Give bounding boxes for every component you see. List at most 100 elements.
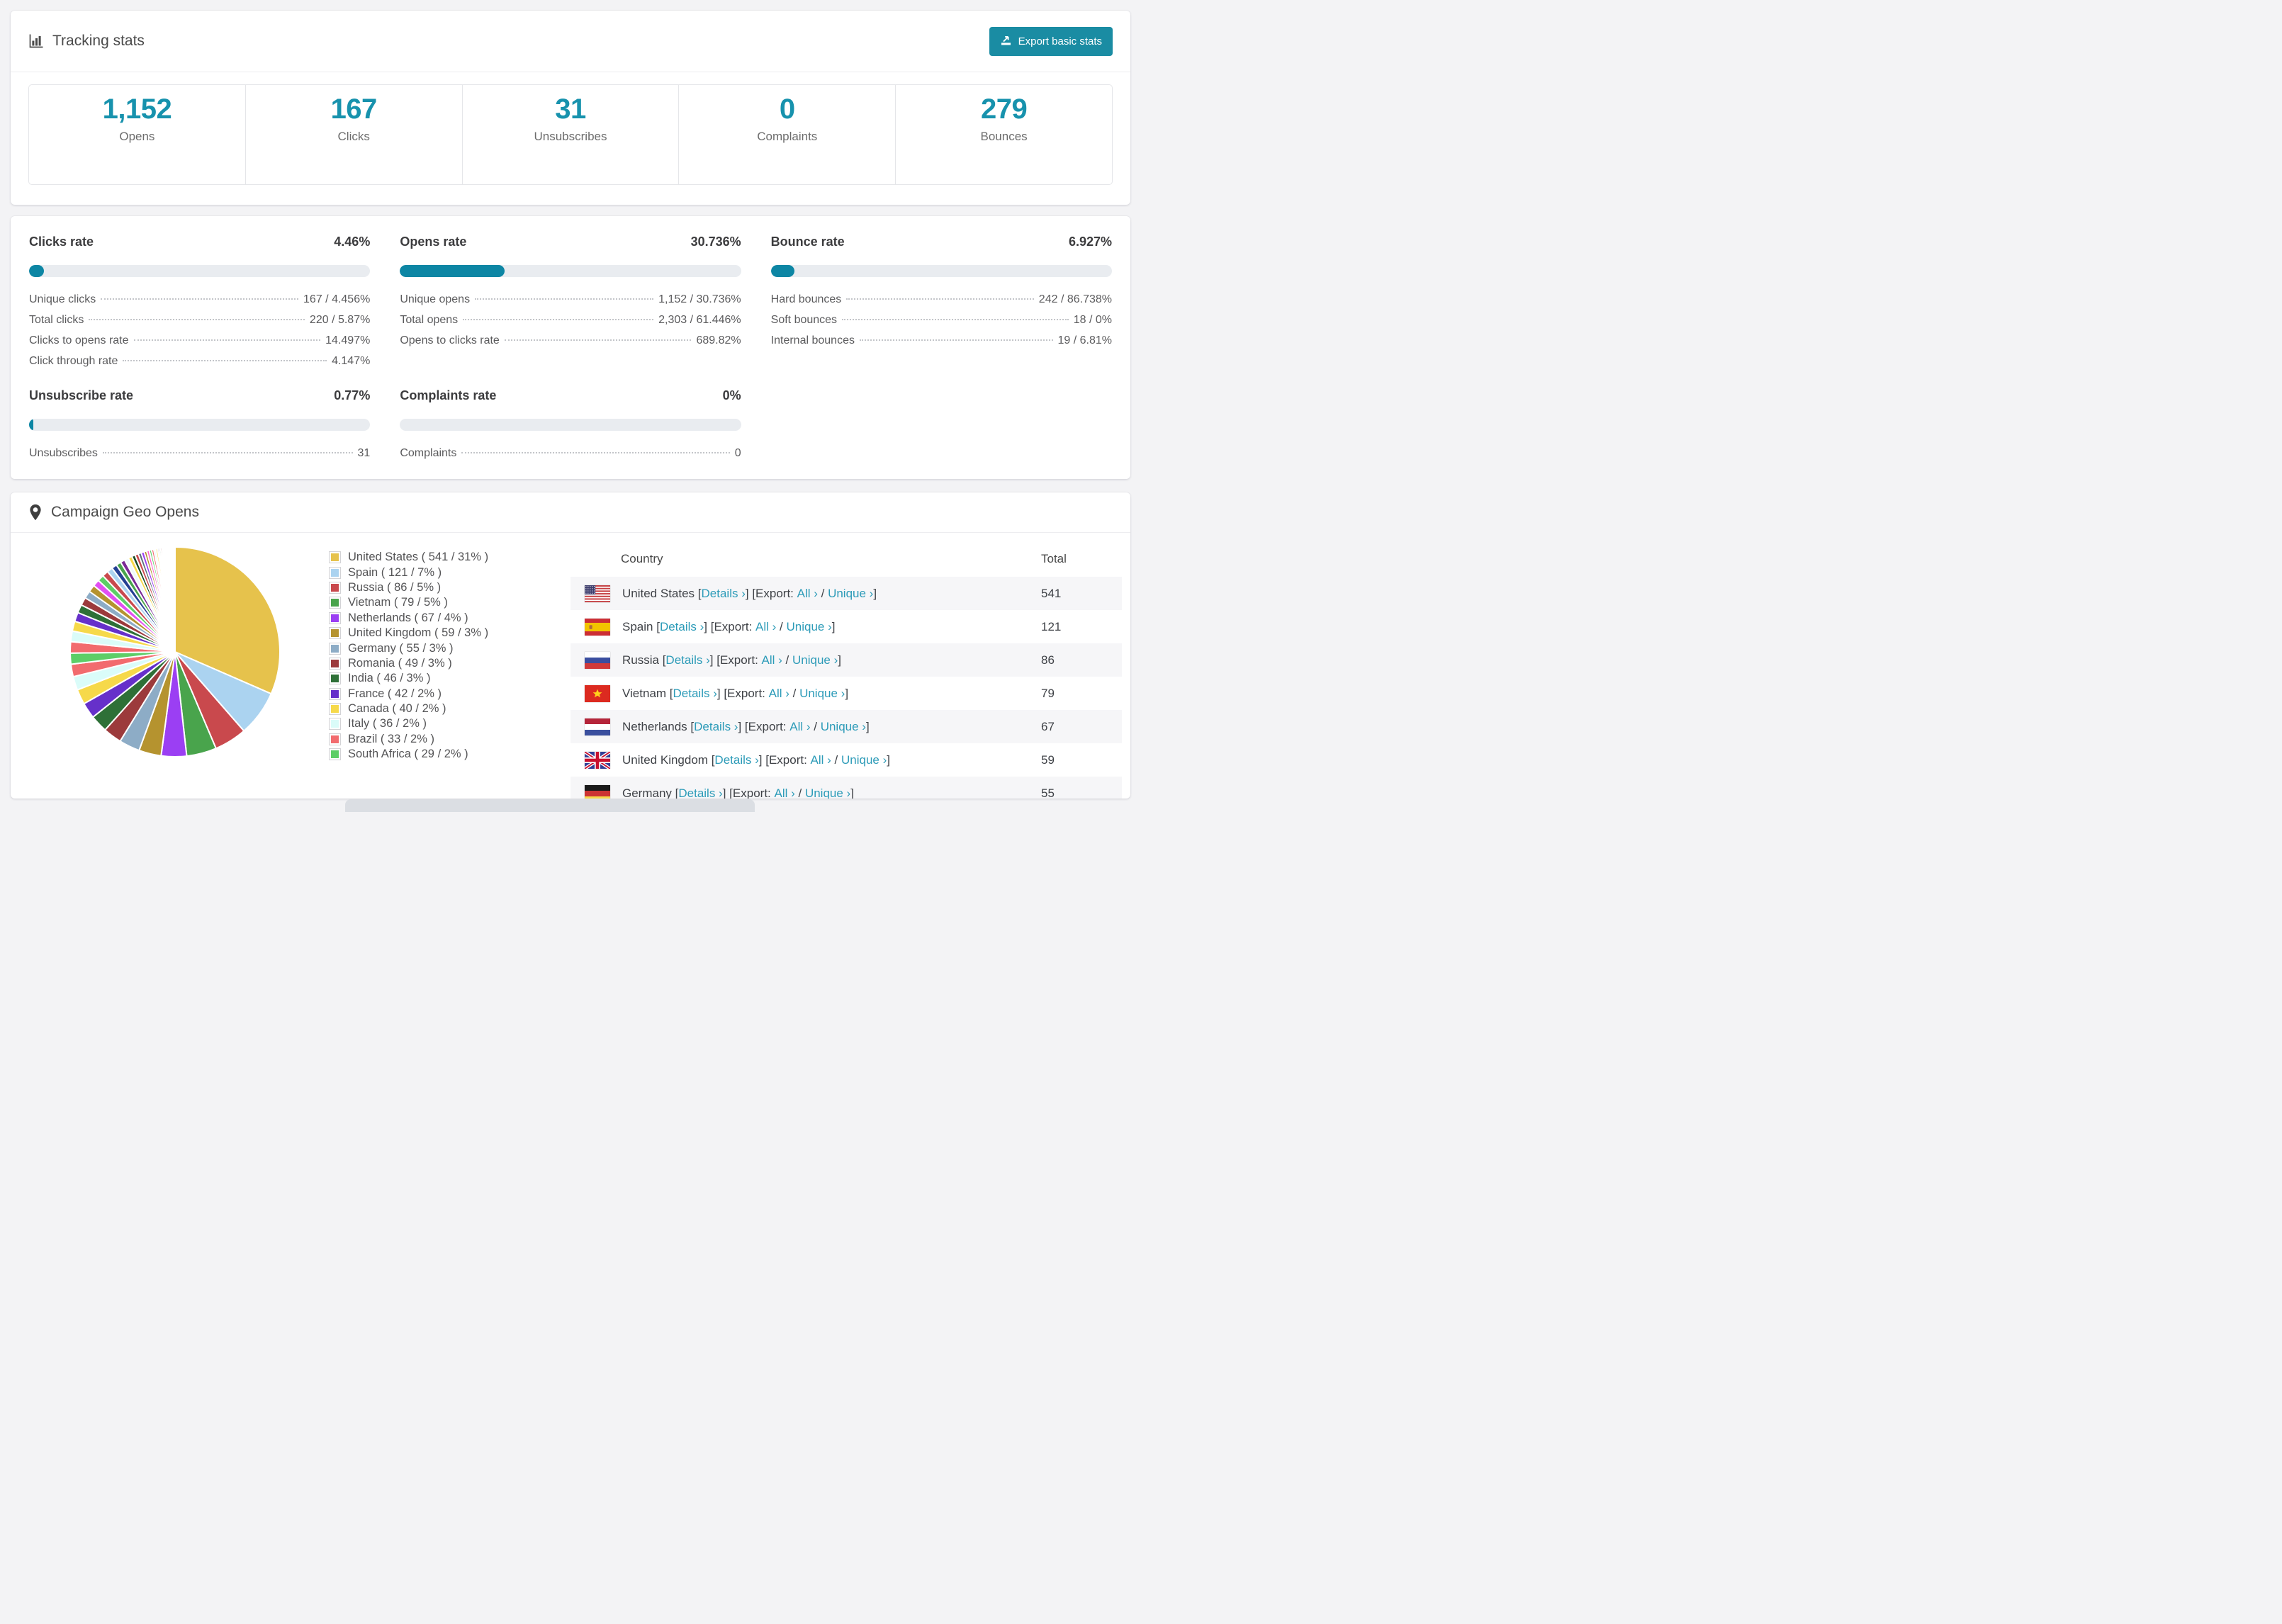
export-unique-link-de[interactable]: Unique › — [805, 786, 850, 799]
legend-swatch — [330, 704, 340, 715]
dotted-leader — [89, 319, 305, 320]
rate-value: 4.46% — [334, 235, 371, 249]
country-row-germany: Germany [Details ›] [Export: All › / Uni… — [570, 777, 1122, 799]
rate-progress-fill — [29, 419, 33, 431]
export-all-link-nl[interactable]: All › — [789, 720, 810, 734]
details-link-ru[interactable]: Details › — [665, 653, 709, 667]
metric-row: Unique opens 1,152 / 30.736% — [400, 287, 741, 308]
metric-row: Opens to clicks rate 689.82% — [400, 328, 741, 349]
dotted-leader — [123, 360, 327, 361]
rate-title: Opens rate — [400, 235, 467, 249]
country-name: Russia — [622, 653, 659, 667]
legend-item-united-kingdom[interactable]: United Kingdom ( 59 / 3% ) — [330, 626, 488, 641]
legend-swatch — [330, 733, 340, 745]
export-unique-link-ru[interactable]: Unique › — [792, 653, 838, 667]
stat-label: Bounces — [980, 130, 1028, 143]
dotted-leader — [463, 319, 654, 320]
country-name: Vietnam — [622, 686, 667, 700]
export-unique-link-vn[interactable]: Unique › — [799, 687, 845, 701]
legend-swatch — [330, 673, 340, 684]
metric-row: Hard bounces 242 / 86.738% — [771, 287, 1112, 308]
legend-label: Spain ( 121 / 7% ) — [348, 565, 442, 579]
export-basic-stats-button[interactable]: Export basic stats — [989, 26, 1113, 56]
export-all-link-us[interactable]: All › — [797, 587, 818, 601]
details-link-es[interactable]: Details › — [660, 620, 704, 634]
legend-item-canada[interactable]: Canada ( 40 / 2% ) — [330, 701, 488, 716]
legend-item-india[interactable]: India ( 46 / 3% ) — [330, 671, 488, 686]
country-row-russia: Russia [Details ›] [Export: All › / Uniq… — [570, 643, 1122, 677]
legend-item-romania[interactable]: Romania ( 49 / 3% ) — [330, 656, 488, 671]
rate-block-bounce-rate: Bounce rate 6.927% Hard bounces 242 / 86.73… — [770, 235, 1112, 369]
legend-swatch — [330, 612, 340, 624]
dotted-leader — [859, 339, 1053, 341]
legend-item-germany[interactable]: Germany ( 55 / 3% ) — [330, 641, 488, 655]
country-row-united-kingdom: United Kingdom [Details ›] [Export: All … — [570, 743, 1122, 777]
rate-title: Bounce rate — [770, 235, 845, 249]
dotted-leader — [846, 298, 1034, 300]
flag-es-icon — [585, 618, 610, 636]
legend-label: Germany ( 55 / 3% ) — [348, 641, 454, 655]
export-unique-link-es[interactable]: Unique › — [787, 620, 832, 634]
stat-value: 31 — [555, 94, 586, 125]
tracking-stats-header: Tracking stats Export basic stats — [11, 11, 1130, 72]
stat-value: 0 — [779, 94, 795, 125]
legend-item-italy[interactable]: Italy ( 36 / 2% ) — [330, 716, 488, 731]
rate-value: 0% — [722, 388, 741, 402]
legend-item-france[interactable]: France ( 42 / 2% ) — [330, 687, 488, 701]
bar-chart-icon — [28, 33, 44, 49]
legend-swatch — [330, 597, 340, 609]
metric-value: 18 / 0% — [1073, 314, 1112, 326]
rate-progress-bar — [29, 265, 371, 277]
metric-value: 4.147% — [332, 355, 371, 367]
export-all-link-de[interactable]: All › — [774, 786, 794, 799]
dotted-leader — [101, 298, 299, 300]
legend-item-russia[interactable]: Russia ( 86 / 5% ) — [330, 580, 488, 595]
legend-label: United States ( 541 / 31% ) — [348, 551, 489, 564]
stat-box-unsubscribes: 31 Unsubscribes — [463, 85, 680, 184]
rate-block-clicks-rate: Clicks rate 4.46% Unique clicks 167 / 4.456… — [29, 235, 371, 369]
legend-swatch — [330, 628, 340, 639]
details-link-vn[interactable]: Details › — [673, 687, 717, 701]
stat-box-bounces: 279 Bounces — [896, 85, 1112, 184]
export-all-link-es[interactable]: All › — [755, 620, 776, 634]
legend-swatch — [330, 749, 340, 760]
pie-slice-other-49[interactable] — [174, 546, 176, 653]
legend-item-united-states[interactable]: United States ( 541 / 31% ) — [330, 550, 488, 565]
column-header-country: Country — [621, 552, 663, 565]
export-all-link-vn[interactable]: All › — [769, 687, 789, 701]
rate-progress-bar — [29, 419, 371, 431]
metric-label: Clicks to opens rate — [29, 334, 129, 346]
details-link-de[interactable]: Details › — [678, 786, 722, 799]
export-unique-link-gb[interactable]: Unique › — [841, 753, 887, 767]
country-total: 55 — [1041, 786, 1055, 799]
export-all-link-ru[interactable]: All › — [762, 653, 782, 667]
rate-progress-fill — [770, 265, 794, 277]
geo-content: United States ( 541 / 31% ) Spain ( 121 /… — [11, 533, 1130, 799]
details-link-gb[interactable]: Details › — [714, 753, 758, 767]
rate-block-unsubscribe-rate: Unsubscribe rate 0.77% Unsubscribes 31 — [29, 388, 371, 461]
geo-opens-pie-chart[interactable] — [69, 546, 281, 758]
rates-card: Clicks rate 4.46% Unique clicks 167 / 4.456… — [11, 216, 1130, 479]
legend-item-spain[interactable]: Spain ( 121 / 7% ) — [330, 565, 488, 580]
details-link-us[interactable]: Details › — [702, 587, 746, 601]
details-link-nl[interactable]: Details › — [694, 720, 738, 734]
legend-swatch — [330, 582, 340, 593]
metric-value: 1,152 / 30.736% — [658, 293, 741, 305]
legend-item-vietnam[interactable]: Vietnam ( 79 / 5% ) — [330, 595, 488, 610]
map-pin-icon — [28, 504, 43, 521]
export-all-link-gb[interactable]: All › — [811, 753, 831, 767]
legend-item-netherlands[interactable]: Netherlands ( 67 / 4% ) — [330, 611, 488, 626]
export-unique-link-us[interactable]: Unique › — [828, 587, 873, 601]
legend-item-brazil[interactable]: Brazil ( 33 / 2% ) — [330, 732, 488, 747]
export-unique-link-nl[interactable]: Unique › — [821, 720, 866, 734]
stat-box-complaints: 0 Complaints — [679, 85, 896, 184]
rate-value: 30.736% — [690, 235, 741, 249]
country-total: 121 — [1041, 619, 1062, 633]
legend-label: South Africa ( 29 / 2% ) — [348, 748, 468, 761]
legend-swatch — [330, 567, 340, 578]
stats-summary-row: 1,152 Opens 167 Clicks 31 Unsubscribes 0 Compla… — [28, 84, 1113, 185]
metric-row: Total clicks 220 / 5.87% — [29, 308, 370, 328]
pie-legend: United States ( 541 / 31% ) Spain ( 121 /… — [330, 550, 488, 762]
metric-value: 31 — [357, 447, 371, 459]
legend-item-south-africa[interactable]: South Africa ( 29 / 2% ) — [330, 747, 488, 762]
